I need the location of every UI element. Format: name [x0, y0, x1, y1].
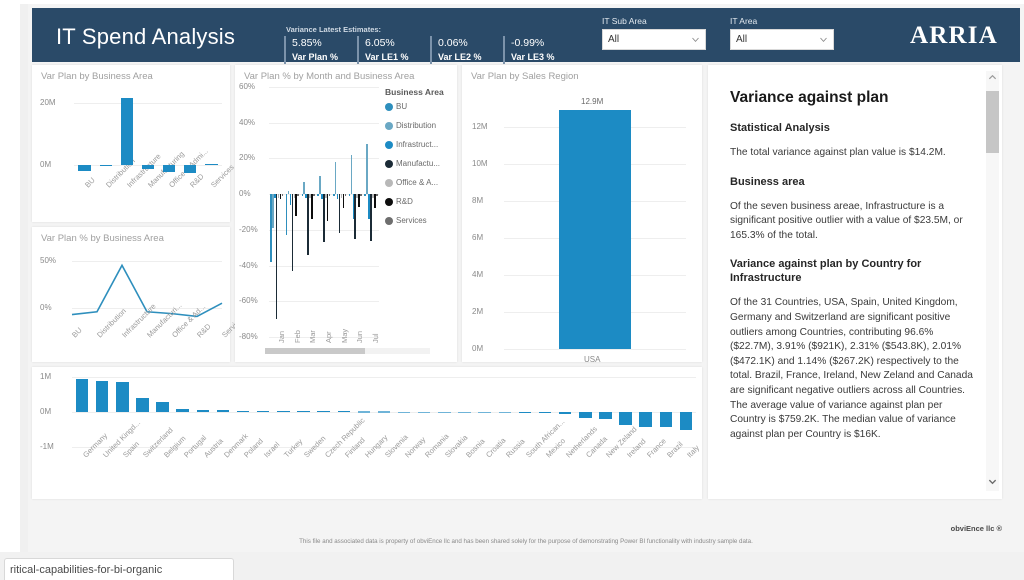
footer-brand: obviEnce llc ®	[950, 524, 1002, 533]
left-gutter-edge	[20, 4, 28, 552]
dashboard-root: IT Spend Analysis Variance Latest Estima…	[0, 0, 1024, 580]
footer-note: This file and associated data is propert…	[299, 538, 753, 545]
browser-tab-label: ritical-capabilities-for-bi-organic	[10, 564, 163, 576]
footer-area: obviEnce llc ® This file and associated …	[28, 4, 1024, 552]
